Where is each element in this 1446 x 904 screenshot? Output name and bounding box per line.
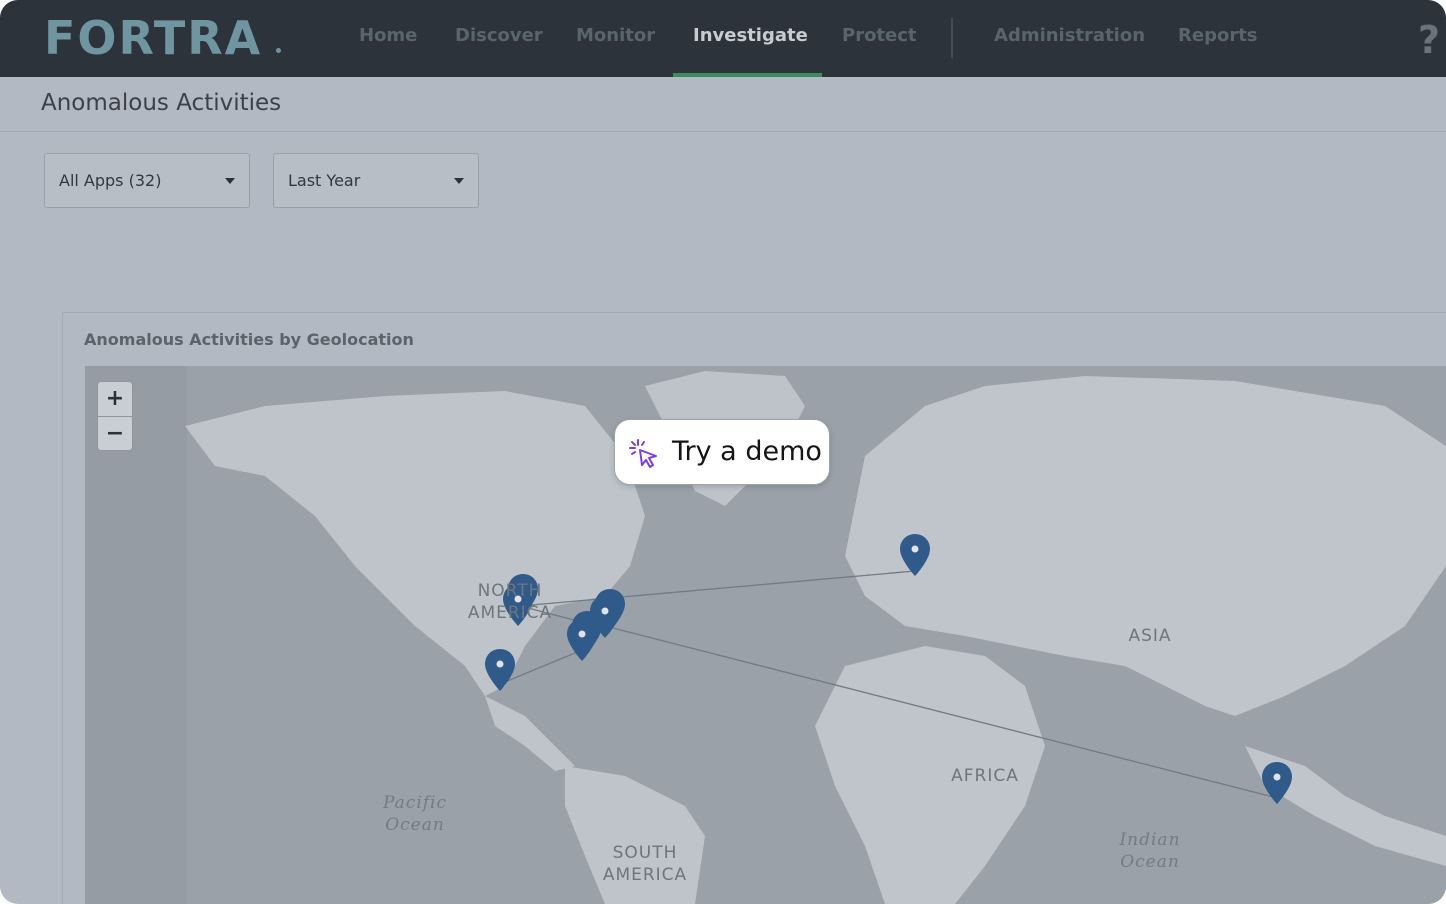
map-zoom-control: + − <box>97 381 133 451</box>
app-frame: FORTRA Home Discover Monitor Investigate… <box>0 0 1446 904</box>
sparkle-cursor-icon <box>629 439 657 468</box>
zoom-in-button[interactable]: + <box>98 382 132 416</box>
caret-down-icon <box>225 178 235 184</box>
zoom-out-button[interactable]: − <box>98 417 132 451</box>
header-divider <box>0 131 1446 132</box>
map-label-line: Ocean <box>385 815 445 835</box>
map-label-north-america: NORTH AMERICA <box>455 580 565 624</box>
nav-divider <box>951 18 953 58</box>
nav-discover[interactable]: Discover <box>455 24 543 48</box>
nav-investigate[interactable]: Investigate <box>693 24 808 48</box>
try-demo-label: Try a demo <box>672 436 822 467</box>
active-tab-indicator <box>673 73 822 77</box>
help-icon[interactable]: ? <box>1418 18 1440 62</box>
map-label-line: AMERICA <box>467 603 553 623</box>
logo-mark <box>276 48 281 53</box>
map-label-africa: AFRICA <box>951 766 1019 786</box>
caret-down-icon <box>454 178 464 184</box>
map-label-asia: ASIA <box>1128 626 1172 646</box>
map-label-indian-ocean: Indian Ocean <box>1095 829 1205 873</box>
map-label-line: Indian <box>1119 830 1181 850</box>
top-navigation-bar: FORTRA Home Discover Monitor Investigate… <box>0 0 1446 77</box>
map-label-pacific-ocean: Pacific Ocean <box>360 792 470 836</box>
central-america-landmass <box>485 696 575 771</box>
map-label-line: AMERICA <box>602 865 688 885</box>
page-title: Anomalous Activities <box>41 90 282 116</box>
map-label-south-america: SOUTH AMERICA <box>585 842 705 886</box>
map-label-line: SOUTH <box>612 843 678 863</box>
nav-administration[interactable]: Administration <box>994 24 1145 48</box>
nav-home[interactable]: Home <box>359 24 417 48</box>
nav-reports[interactable]: Reports <box>1178 24 1258 48</box>
try-demo-button[interactable]: Try a demo <box>614 419 830 485</box>
period-filter-select[interactable]: Last Year <box>273 153 479 208</box>
panel-title: Anomalous Activities by Geolocation <box>84 330 414 349</box>
period-filter-value: Last Year <box>288 171 361 190</box>
fortra-logo[interactable]: FORTRA <box>44 12 262 64</box>
apps-filter-value: All Apps (32) <box>59 171 162 190</box>
map-label-line: NORTH <box>477 581 543 601</box>
map-label-line: Ocean <box>1120 852 1180 872</box>
nav-monitor[interactable]: Monitor <box>576 24 655 48</box>
apps-filter-select[interactable]: All Apps (32) <box>44 153 250 208</box>
map-label-line: Pacific <box>382 793 448 813</box>
nav-protect[interactable]: Protect <box>842 24 917 48</box>
